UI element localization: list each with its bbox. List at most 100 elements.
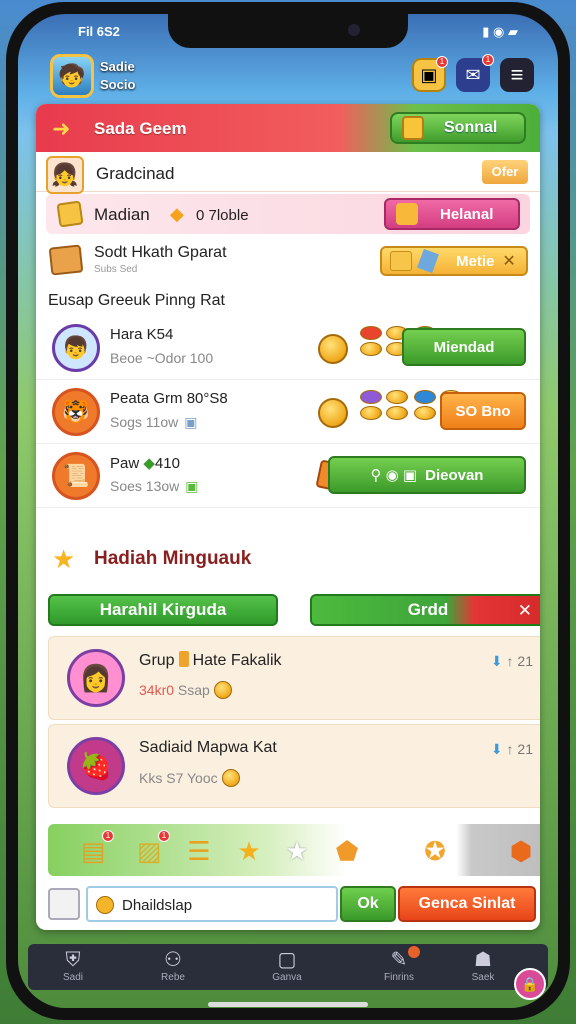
notification-dot: 1 <box>482 54 494 66</box>
star-icon: ★ <box>52 544 76 574</box>
section-title: Eusap Greeuk Pinng Rat <box>48 292 225 309</box>
guild-ok-button[interactable]: Ofer <box>482 160 528 184</box>
silver-star-icon[interactable]: ★ <box>280 834 314 868</box>
up-arrow-icon[interactable]: ↑ <box>507 653 514 669</box>
send-button[interactable]: Genca Sinlat <box>398 886 536 922</box>
down-arrow-icon[interactable]: ⬇ <box>491 741 503 757</box>
message-input-value: Dhaildslap <box>122 897 193 914</box>
mail-button[interactable]: ✉ 1 <box>456 54 494 92</box>
close-icon[interactable]: ✕ <box>502 251 515 271</box>
player-avatar[interactable]: 🧒 <box>50 54 94 98</box>
select-all-checkbox[interactable] <box>48 888 80 920</box>
member-avatar: 📜 <box>52 452 100 500</box>
chest-icon: ▣ <box>420 64 438 85</box>
panel-header: ➜ Sada Geem Sonnal <box>36 104 540 152</box>
member-avatar: 🐯 <box>52 388 100 436</box>
member-row[interactable]: 🐯 Peata Grm 80°S8 Sogs 11ow ▣ SO Bno <box>36 380 540 444</box>
shard-button[interactable]: Metie ✕ <box>380 246 528 276</box>
reward-avatar: 👩 <box>67 649 125 707</box>
tab-left[interactable]: Harahil Kirguda <box>48 594 278 626</box>
member-action-button[interactable]: Miendad <box>402 328 526 366</box>
down-arrow-icon[interactable]: ⬇ <box>491 653 503 669</box>
reward-title-line: Grup Hate Fakalik <box>139 651 282 670</box>
star-icon[interactable]: ★ <box>232 834 266 868</box>
message-footer: Dhaildslap Ok Genca Sinlat <box>46 884 536 924</box>
reward-sub-text: Ssap <box>177 682 210 698</box>
member-action-button[interactable]: SO Bno <box>440 392 526 430</box>
bottom-nav: ⛨ Sadi ⚇ Rebe ▢ Ganva ✎ Finrins ☗ Saek <box>28 944 548 990</box>
reward-sub-text: Kks S7 Yooc <box>139 770 218 786</box>
coin-icon <box>360 390 382 404</box>
coin-icon <box>360 342 382 356</box>
member-row[interactable]: 📜 Paw ◆410 Soes 13ow ▣ ⚲ ◉ ▣ Dieovan <box>36 444 540 508</box>
nav-item[interactable]: ⚇ Rebe <box>138 948 208 983</box>
nav-label: Ganva <box>272 972 302 983</box>
member-action-button[interactable]: ⚲ ◉ ▣ Dieovan <box>328 456 526 494</box>
bag-icon: ☗ <box>474 949 492 971</box>
nav-item[interactable]: ☗ Saek <box>448 948 518 983</box>
member-list: 👦 Hara K54 Beoe ~Odor 100 Miendad 🐯 Peat… <box>36 316 540 508</box>
guild-avatar: 👧 <box>46 156 84 194</box>
ticket-icon <box>390 251 412 271</box>
people-icon: ⚇ <box>164 949 182 971</box>
cube-icon: ▣ <box>185 478 199 494</box>
shield-icon: ⛨ <box>65 949 81 971</box>
member-action-label: Dieovan <box>425 466 484 484</box>
message-input[interactable]: Dhaildslap <box>86 886 338 922</box>
status-icons: ▮ ◉ ▰ <box>482 24 518 39</box>
nav-item[interactable]: ▢ Ganva <box>252 948 322 983</box>
item-card-icon[interactable]: ▨ 1 <box>132 830 170 868</box>
shard-title: Sodt Hkath Gparat <box>94 244 227 261</box>
member-sub: Soes 13ow ▣ <box>110 478 199 495</box>
reward-card[interactable]: 👩 Grup Hate Fakalik 34kr0 Ssap ⬇ ↑ 21 <box>48 636 540 720</box>
reward-sub-red: 34kr0 <box>139 682 175 698</box>
chest-icon <box>48 244 84 276</box>
coin-icon <box>213 681 232 699</box>
phone-frame: Fil 6S2 ▮ ◉ ▰ 🧒 Sadie Socio ▣ 1 ✉ 1 ≡ ➜ Sa… <box>6 2 570 1020</box>
item-scroll-icon[interactable]: ▤ 1 <box>76 830 114 868</box>
nav-label: Sadi <box>62 972 83 983</box>
reward-avatar: 🍓 <box>67 737 125 795</box>
notification-dot: 1 <box>102 830 114 842</box>
nav-label: Finrins <box>383 972 414 983</box>
guild-panel: ➜ Sada Geem Sonnal 👧 Gradcinad Ofer Madi… <box>36 104 540 930</box>
gem-icon[interactable]: ⬢ <box>504 834 538 868</box>
reward-title: Hadiah Minguauk <box>94 548 252 569</box>
item-bar: ▤ 1 ▨ 1 ☰ ★ ★ ⬟ ✪ ⬢ <box>48 824 540 876</box>
up-arrow-icon[interactable]: ↑ <box>507 741 514 757</box>
median-button-label: Helanal <box>440 205 494 223</box>
menu-button[interactable]: ≡ <box>500 58 534 92</box>
vote-arrows[interactable]: ⬇ ↑ 21 <box>491 741 533 758</box>
close-icon[interactable]: ✕ <box>518 601 532 621</box>
scroll-icon <box>402 116 424 140</box>
trophy-icon <box>56 200 84 228</box>
medal-icon[interactable]: ✪ <box>418 834 452 868</box>
coin-stack-icon <box>396 203 418 225</box>
member-name-extra: 410 <box>154 455 180 472</box>
nav-item[interactable]: ✎ Finrins <box>364 946 434 983</box>
chest-button[interactable]: ▣ 1 <box>412 56 448 92</box>
back-arrow-icon[interactable]: ➜ <box>52 116 70 142</box>
ok-button[interactable]: Ok <box>340 886 396 922</box>
signal-button[interactable]: Sonnal <box>390 112 526 144</box>
reward-card[interactable]: 🍓 Sadiaid Mapwa Kat Kks S7 Yooc ⬇ ↑ 21 <box>48 724 540 808</box>
leaf-icon: ◆ <box>143 455 155 472</box>
floating-action-button[interactable]: 🔒 <box>514 968 546 1000</box>
badge-icon[interactable]: ⬟ <box>330 834 364 868</box>
home-indicator <box>208 1002 368 1007</box>
top-hud: 🧒 Sadie Socio ▣ 1 ✉ 1 ≡ <box>42 50 538 106</box>
median-button[interactable]: Helanal <box>384 198 520 230</box>
hamburger-icon: ≡ <box>510 62 524 87</box>
coin-stack-icon[interactable]: ☰ <box>182 834 216 868</box>
member-avatar: 👦 <box>52 324 100 372</box>
notification-dot: 1 <box>158 830 170 842</box>
coin-stack <box>318 390 462 434</box>
shard-sub: Subs Sed <box>94 264 138 275</box>
player-sub: Socio <box>100 77 136 92</box>
tab-right[interactable]: Grdd ✕ <box>310 594 540 626</box>
member-row[interactable]: 👦 Hara K54 Beoe ~Odor 100 Miendad <box>36 316 540 380</box>
nav-item[interactable]: ⛨ Sadi <box>38 948 108 983</box>
member-name: Hara K54 <box>110 326 174 343</box>
pen-icon <box>417 248 439 274</box>
vote-arrows[interactable]: ⬇ ↑ 21 <box>491 653 533 670</box>
